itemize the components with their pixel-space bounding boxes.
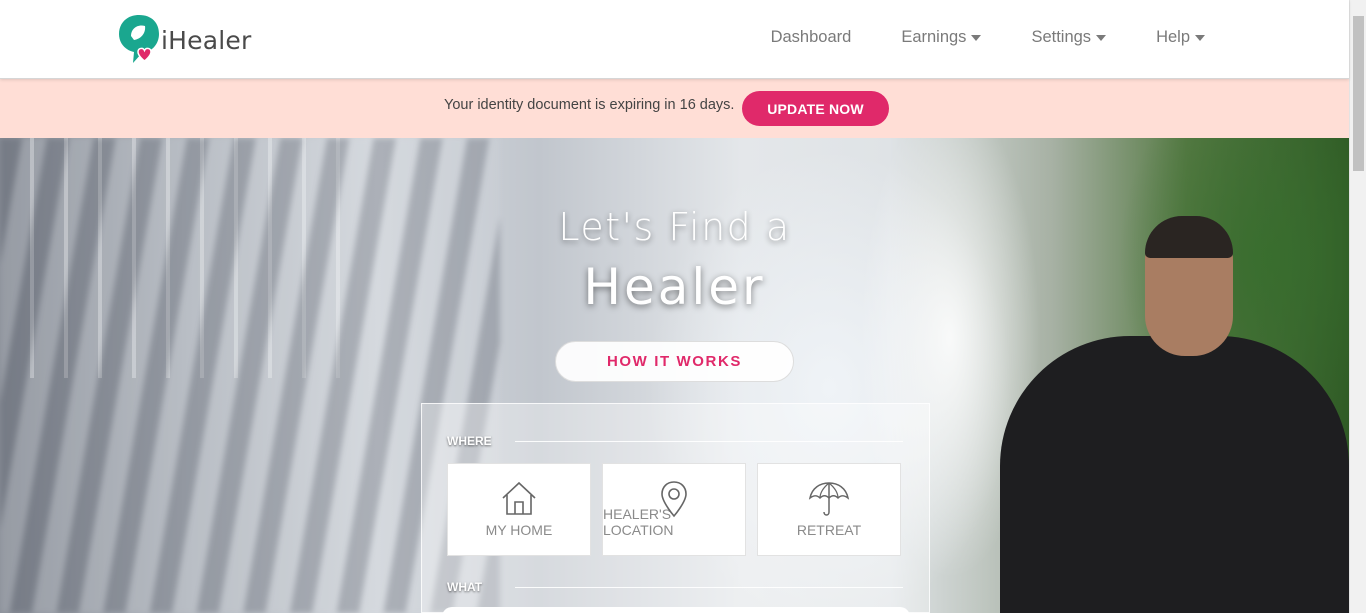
ihealer-logo-icon [119,15,159,63]
what-label: WHAT [447,580,483,594]
brand-name: iHealer [161,25,252,55]
hero-headline-line2: Healer [583,258,766,316]
where-label: WHERE [447,434,492,448]
caret-down-icon [971,34,982,41]
page-scrollbar[interactable] [1349,0,1366,613]
top-navbar: iHealer Dashboard Earnings Settings Help [0,0,1349,79]
caret-down-icon [1195,34,1205,41]
where-option-label: MY HOME [485,522,553,538]
nav-settings-label: Settings [1031,28,1092,46]
alert-message: Your identity document is expiring in 16… [444,97,735,113]
search-panel: WHERE MY HOME HEALER'S LOCATION RETREAT … [421,403,930,613]
main-nav: Dashboard Earnings Settings Help [721,28,1205,47]
map-pin-icon [661,481,687,518]
update-now-button[interactable]: UPDATE NOW [742,91,889,126]
scrollbar-thumb[interactable] [1353,16,1364,171]
nav-settings-dropdown[interactable]: Settings [1031,28,1107,47]
identity-expiry-alert: Your identity document is expiring in 16… [0,79,1349,138]
healer-body [1000,336,1349,613]
umbrella-icon [808,482,850,516]
where-option-retreat[interactable]: RETREAT [757,463,901,556]
where-option-healers-location[interactable]: HEALER'S LOCATION [602,463,746,556]
nav-help-label: Help [1156,28,1190,46]
nav-dashboard[interactable]: Dashboard [771,28,852,47]
nav-earnings-label: Earnings [901,28,967,46]
where-option-my-home[interactable]: MY HOME [447,463,591,556]
nav-earnings-dropdown[interactable]: Earnings [901,28,982,47]
nav-dashboard-label: Dashboard [770,28,852,46]
where-divider [515,441,903,442]
brand-logo[interactable]: iHealer [118,14,251,66]
where-option-label: RETREAT [796,522,862,538]
what-input[interactable] [442,607,910,613]
what-divider [515,587,903,588]
how-it-works-button[interactable]: HOW IT WORKS [555,341,794,382]
house-icon [502,481,536,515]
caret-down-icon [1096,34,1107,41]
hero-headline-line1: Let's Find a [558,205,791,249]
nav-help-dropdown[interactable]: Help [1156,28,1205,47]
